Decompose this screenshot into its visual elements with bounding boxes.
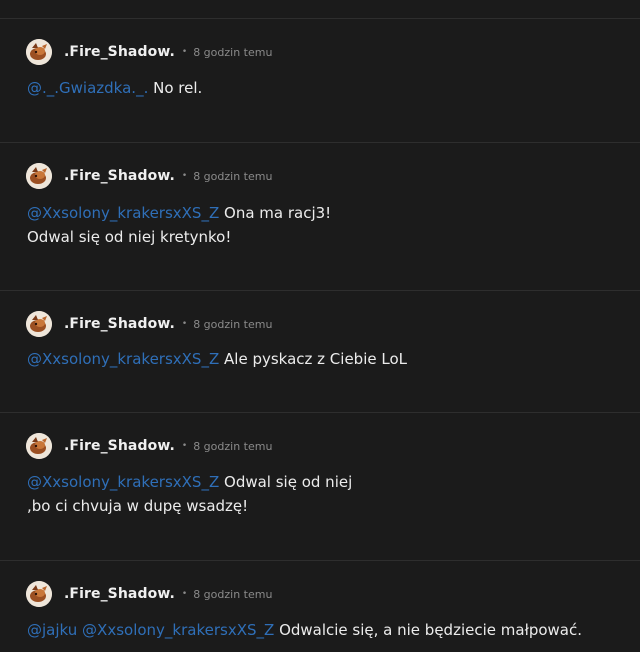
divider <box>0 18 640 19</box>
comment-text: Odwalcie się, a nie będziecie małpować. <box>279 621 582 639</box>
comment-line: Odwal się od niej kretynko! <box>27 225 331 249</box>
avatar[interactable] <box>26 433 52 459</box>
comment-author[interactable]: .Fire_Shadow. <box>64 438 175 454</box>
comment-author[interactable]: .Fire_Shadow. <box>64 168 175 184</box>
comment-text: Odwal się od niej kretynko! <box>27 228 232 246</box>
comment-header: .Fire_Shadow. • 8 godzin temu <box>26 432 272 460</box>
avatar[interactable] <box>26 581 52 607</box>
comment-body: @Xxsolony_krakersxXS_Z Odwal się od niej… <box>27 470 352 518</box>
avatar[interactable] <box>26 163 52 189</box>
comment-time[interactable]: 8 godzin temu <box>193 318 272 331</box>
comment-time[interactable]: 8 godzin temu <box>193 588 272 601</box>
comment-line: @Xxsolony_krakersxXS_Z Ale pyskacz z Cie… <box>27 347 407 371</box>
comment-header: .Fire_Shadow. • 8 godzin temu <box>26 38 272 66</box>
user-avatar-icon <box>26 581 52 607</box>
meta-separator: • <box>181 441 188 451</box>
comment-time[interactable]: 8 godzin temu <box>193 170 272 183</box>
comment-text: Odwal się od niej <box>224 473 353 491</box>
divider <box>0 290 640 291</box>
comment-header: .Fire_Shadow. • 8 godzin temu <box>26 580 272 608</box>
comment-body: @Xxsolony_krakersxXS_Z Ale pyskacz z Cie… <box>27 347 407 371</box>
comment-line: @._.Gwiazdka._. No rel. <box>27 76 202 100</box>
avatar[interactable] <box>26 39 52 65</box>
user-avatar-icon <box>26 311 52 337</box>
user-mention[interactable]: @._.Gwiazdka._. <box>27 79 148 97</box>
comment-author[interactable]: .Fire_Shadow. <box>64 316 175 332</box>
comment-time[interactable]: 8 godzin temu <box>193 46 272 59</box>
avatar[interactable] <box>26 311 52 337</box>
comment-body: @jajku @Xxsolony_krakersxXS_Z Odwalcie s… <box>27 618 582 642</box>
meta-separator: • <box>181 589 188 599</box>
comment-line: @jajku @Xxsolony_krakersxXS_Z Odwalcie s… <box>27 618 582 642</box>
user-avatar-icon <box>26 163 52 189</box>
comment-header: .Fire_Shadow. • 8 godzin temu <box>26 310 272 338</box>
comment-text: ,bo ci chvuja w dupę wsadzę! <box>27 497 249 515</box>
divider <box>0 412 640 413</box>
comment-text: Ona ma racj3! <box>224 204 332 222</box>
comment-text: Ale pyskacz z Ciebie LoL <box>224 350 407 368</box>
comment-author[interactable]: .Fire_Shadow. <box>64 586 175 602</box>
comment-header: .Fire_Shadow. • 8 godzin temu <box>26 162 272 190</box>
divider <box>0 560 640 561</box>
user-mention[interactable]: @jajku <box>27 621 77 639</box>
meta-separator: • <box>181 47 188 57</box>
meta-separator: • <box>181 319 188 329</box>
comment-body: @Xxsolony_krakersxXS_Z Ona ma racj3! Odw… <box>27 201 331 249</box>
comment-thread: .Fire_Shadow. • 8 godzin temu @._.Gwiazd… <box>0 0 640 652</box>
user-mention[interactable]: @Xxsolony_krakersxXS_Z <box>27 350 219 368</box>
meta-separator: • <box>181 171 188 181</box>
comment-text: No rel. <box>153 79 203 97</box>
comment-author[interactable]: .Fire_Shadow. <box>64 44 175 60</box>
divider <box>0 142 640 143</box>
user-avatar-icon <box>26 433 52 459</box>
user-mention[interactable]: @Xxsolony_krakersxXS_Z <box>27 204 219 222</box>
comment-line: @Xxsolony_krakersxXS_Z Ona ma racj3! <box>27 201 331 225</box>
comment-time[interactable]: 8 godzin temu <box>193 440 272 453</box>
comment-line: @Xxsolony_krakersxXS_Z Odwal się od niej <box>27 470 352 494</box>
comment-line: ,bo ci chvuja w dupę wsadzę! <box>27 494 352 518</box>
user-mention[interactable]: @Xxsolony_krakersxXS_Z <box>82 621 274 639</box>
user-mention[interactable]: @Xxsolony_krakersxXS_Z <box>27 473 219 491</box>
user-avatar-icon <box>26 39 52 65</box>
comment-body: @._.Gwiazdka._. No rel. <box>27 76 202 100</box>
